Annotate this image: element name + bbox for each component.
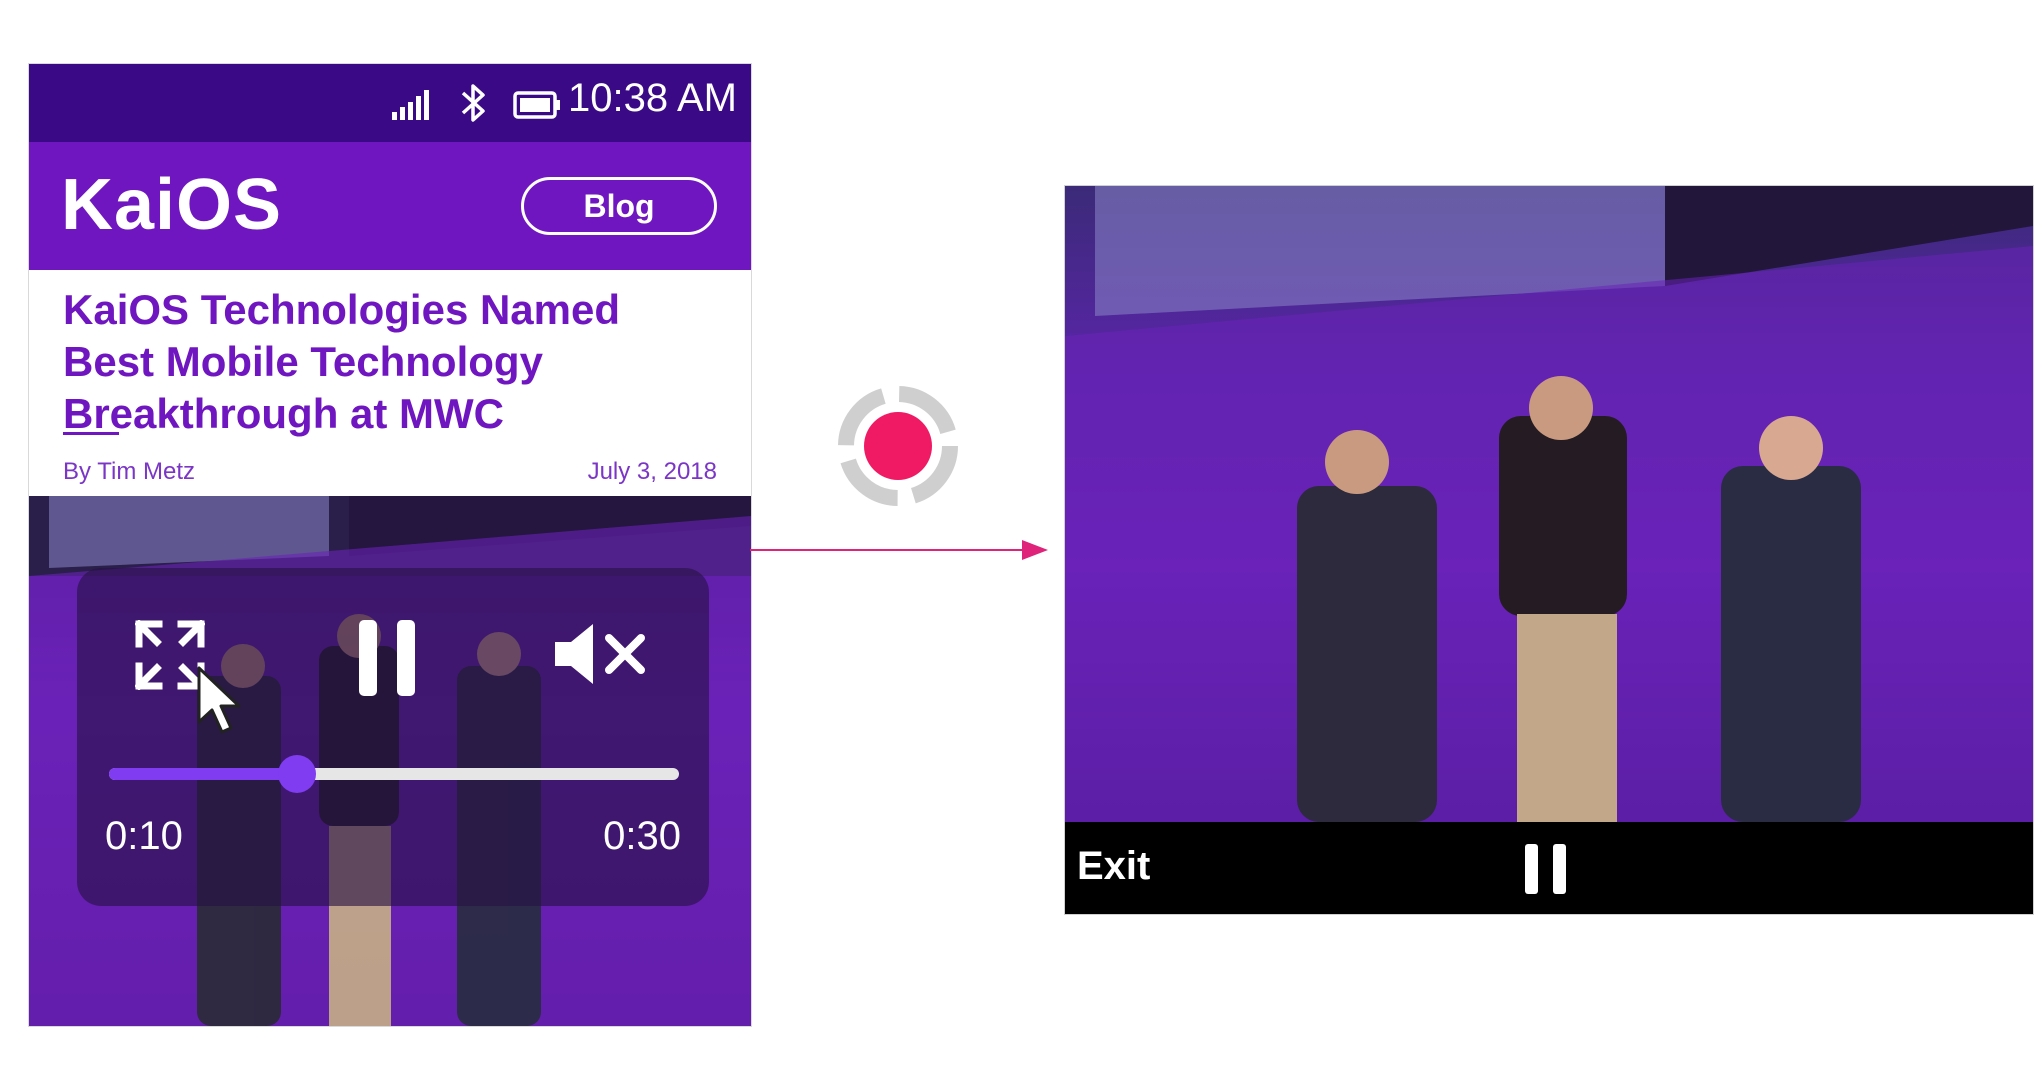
signal-icon xyxy=(392,90,429,120)
fullscreen-screen: Exit xyxy=(1064,185,2034,915)
exit-softkey[interactable]: Exit xyxy=(1077,844,1150,889)
fullscreen-video-frame xyxy=(1065,186,2033,822)
progress-fill xyxy=(109,768,298,780)
kaios-logo: KaiOS xyxy=(61,165,283,245)
article-date: July 3, 2018 xyxy=(587,458,717,485)
fullscreen-softkey-bar: Exit xyxy=(1065,822,2033,914)
cursor-icon xyxy=(197,666,241,734)
status-time: 10:38 AM xyxy=(567,76,737,120)
total-time: 0:30 xyxy=(603,814,681,858)
article-byline: By Tim Metz xyxy=(63,458,196,485)
current-time: 0:10 xyxy=(105,814,183,858)
app-header: KaiOS Blog xyxy=(29,142,751,270)
headline-divider xyxy=(63,432,119,435)
bluetooth-icon xyxy=(461,84,485,122)
arrow-right-icon xyxy=(750,540,1048,560)
progress-handle[interactable] xyxy=(278,755,317,793)
video-controls: 0:10 0:30 xyxy=(77,568,709,906)
battery-icon xyxy=(513,91,560,119)
video-player[interactable]: 0:10 0:30 xyxy=(29,496,751,1026)
article-headline: KaiOS Technologies Named Best Mobile Tec… xyxy=(63,286,621,437)
status-bar: 10:38 AM xyxy=(29,64,751,142)
record-indicator-icon xyxy=(838,386,958,506)
fullscreen-pause-icon[interactable] xyxy=(1525,844,1569,894)
pause-icon[interactable] xyxy=(359,620,417,696)
article-header: KaiOS Technologies Named Best Mobile Tec… xyxy=(29,270,751,496)
mute-icon[interactable] xyxy=(553,622,649,686)
blog-button[interactable]: Blog xyxy=(521,177,717,235)
progress-bar[interactable] xyxy=(109,755,679,793)
fullscreen-video[interactable] xyxy=(1065,186,2033,822)
phone-screen: 10:38 AM KaiOS Blog KaiOS Technologies N… xyxy=(28,63,752,1027)
